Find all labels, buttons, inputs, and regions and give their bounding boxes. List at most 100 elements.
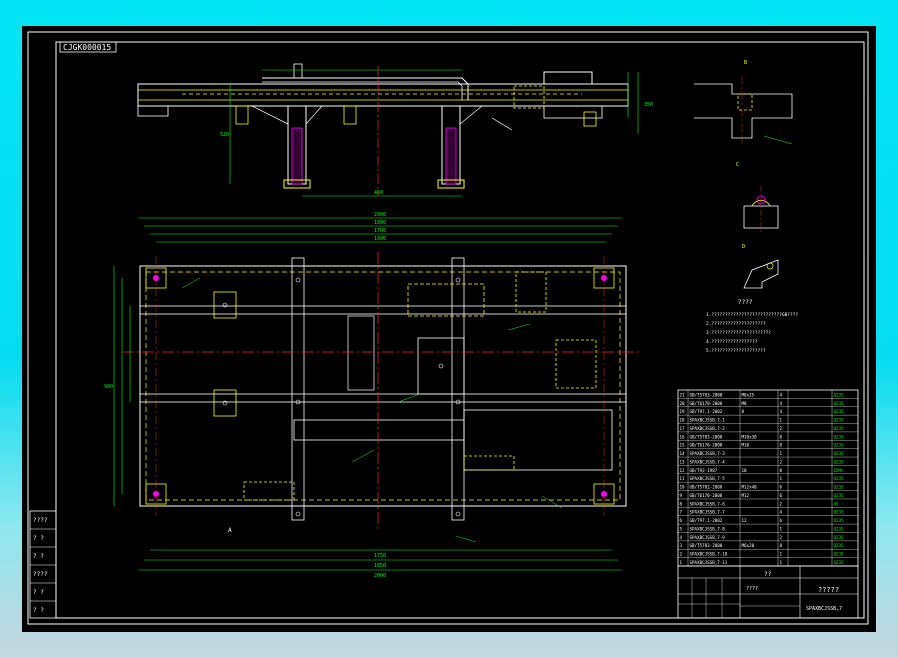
plan-view: 2000 1800 1700 1600 900 1750 1850 2000 A [104, 212, 642, 579]
bom-cell: 18 [680, 418, 686, 423]
bom-cell: 2 [780, 426, 783, 431]
left-panel-label-2: ? ? [33, 553, 44, 560]
bom-cell: Q235 [834, 459, 845, 464]
bom-cell: M10 [742, 443, 750, 448]
bom-cell: 8 [680, 501, 683, 506]
bom-cell: 2 [780, 459, 783, 464]
bom-cell: 15 [680, 443, 686, 448]
bom-cell: GB/T5782-2000 [690, 485, 723, 490]
note-line-2: 3.?????????????????????? [706, 330, 771, 336]
bom-cell: 6 [780, 493, 783, 498]
dim-plan-total: 2000 [374, 212, 386, 218]
bom-cell: 2 [780, 535, 783, 540]
bom-cell: GB/T97.1-2002 [690, 518, 723, 523]
bom-cell: 8 [780, 434, 783, 439]
bom-cell: 8 [780, 468, 783, 473]
detail-view-d: D [742, 244, 779, 289]
bom-cell: Q235 [834, 426, 845, 431]
cad-drawing-canvas: CJGK000015 ???? ? ? ? ? ???? ? ? ? ? 460… [27, 31, 869, 625]
bom-cell: 17 [680, 426, 686, 431]
detail-view-b: B [694, 60, 793, 145]
left-panel-label-4: ? ? [33, 589, 44, 596]
bom-cell: SPAXBCJSSB,7-11 [690, 560, 728, 565]
left-revision-panel: ???? ? ? ? ? ???? ? ? ? ? [29, 510, 57, 619]
bom-cell: Q235 [834, 560, 845, 565]
bom-cell: GB/T97.1-2002 [690, 409, 723, 414]
left-panel-label-3: ???? [33, 571, 48, 578]
bom-cell: 3 [680, 543, 683, 548]
bom-cell: SPAXBCJSSB,7-9 [690, 535, 726, 540]
bom-cell: 4 [780, 510, 783, 515]
left-panel-label-1: ? ? [33, 535, 44, 542]
bom-cell: SPAXBCJSSB,7-8 [690, 526, 726, 531]
bom-cell: GB/T93-1987 [690, 468, 718, 473]
dim-plan-inner-3: 1600 [374, 236, 386, 242]
bom-cell: 1 [780, 560, 783, 565]
bom-cell: 21 [680, 392, 686, 397]
detail-c-label: C [736, 162, 739, 168]
note-line-0: 1.??????????????????????????GB???? [706, 312, 798, 318]
cad-viewport[interactable]: CJGK000015 ???? ? ? ? ? ???? ? ? ? ? 460… [22, 26, 876, 632]
bom-cell: Q235 [834, 443, 845, 448]
bom-cell: 65Mn [834, 468, 845, 473]
bom-cell: M8x25 [742, 392, 755, 397]
technical-notes: ???? 1.??????????????????????????GB???? … [706, 299, 798, 354]
bom-cell: M12 [742, 493, 750, 498]
bom-cell: Q235 [834, 485, 845, 490]
dim-plan-bottom-3: 2000 [374, 573, 386, 579]
dim-front-height: 350 [644, 102, 653, 108]
note-line-1: 2.???????????????????? [706, 321, 766, 327]
bom-cell: 8 [742, 409, 745, 414]
bom-cell: GB/T6170-2000 [690, 443, 723, 448]
detail-view-c: C [736, 162, 779, 234]
bill-of-materials-table: 21 GB/T5783-2000 M8x25 4 Q23520 GB/T6170-2000… [677, 389, 859, 567]
bom-cell: GB/T6170-2000 [690, 401, 723, 406]
bom-cell: M8 [742, 401, 748, 406]
detail-d-label: D [742, 244, 745, 250]
note-line-3: 4.????????????????? [706, 339, 758, 345]
dim-plan-bottom-2: 1850 [374, 563, 386, 569]
bom-cell: SPAXBCJSSB,7-7 [690, 510, 726, 515]
bom-cell: 10 [742, 468, 748, 473]
bom-cell: 12 [680, 468, 686, 473]
bom-cell: Q235 [834, 451, 845, 456]
dim-plan-inner-1: 1800 [374, 220, 386, 226]
left-panel-label-5: ? ? [33, 607, 44, 614]
bom-cell: 2 [780, 501, 783, 506]
bom-cell: 1 [780, 451, 783, 456]
title-tag: CJGK000015 [63, 43, 111, 52]
bom-cell: Q235 [834, 476, 845, 481]
title-block: ?? ???? ????? SPAXBCJSSB,7 [677, 565, 859, 619]
bom-cell: GB/T6170-2000 [690, 493, 723, 498]
detail-b-label: B [744, 60, 747, 66]
title-name: ????? [818, 586, 839, 594]
bom-cell: 13 [680, 459, 686, 464]
bom-cell: 8 [780, 543, 783, 548]
bom-cell: SPAXBCJSSB,7-2 [690, 426, 726, 431]
bom-cell: 11 [680, 476, 686, 481]
bom-cell: GB/T5783-2000 [690, 543, 723, 548]
bom-cell: Q235 [834, 392, 845, 397]
dim-plan-height: 900 [104, 384, 113, 390]
bom-cell: SPAXBCJSSB,7-4 [690, 459, 726, 464]
bom-cell: Q235 [834, 526, 845, 531]
bom-cell: Q235 [834, 409, 845, 414]
bom-cell: SPAXBCJSSB,7-1 [690, 418, 726, 423]
note-line-4: 5.???????????????????? [706, 348, 766, 354]
bom-cell: 2 [680, 552, 683, 557]
left-panel-label-0: ???? [33, 517, 48, 524]
notes-title: ???? [738, 299, 753, 306]
bom-cell: 1 [780, 526, 783, 531]
bom-cell: 4 [680, 535, 683, 540]
bom-cell: SPAXBCJSSB,7-3 [690, 451, 726, 456]
bom-cell: Q235 [834, 535, 845, 540]
bom-cell: 6 [680, 518, 683, 523]
bom-cell: 6 [780, 485, 783, 490]
bom-cell: 10 [680, 485, 686, 490]
bom-cell: SPAXBCJSSB,7-6 [690, 501, 726, 506]
dim-plan-bottom-1: 1750 [374, 553, 386, 559]
bom-cell: 5 [680, 526, 683, 531]
bom-cell: 16 [680, 434, 686, 439]
bom-cell: 45 [834, 501, 840, 506]
bom-cell: Q235 [834, 493, 845, 498]
